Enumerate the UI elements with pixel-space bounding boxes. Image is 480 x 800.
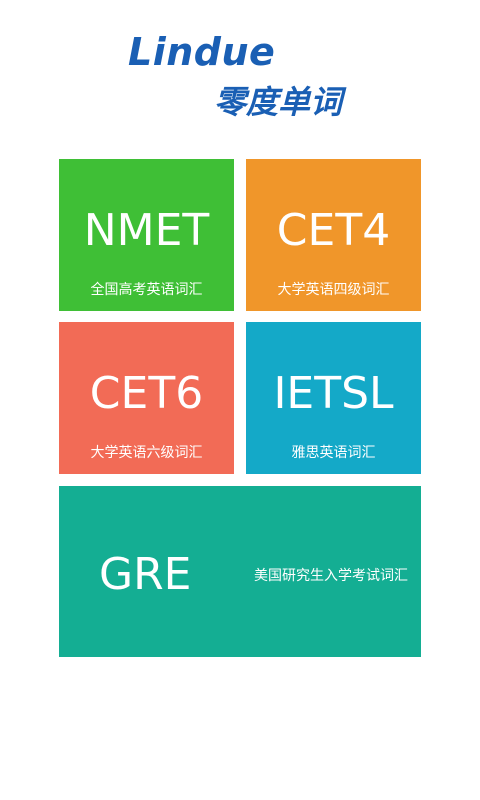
- tile-ietsl-subtitle: 雅思英语词汇: [291, 444, 376, 460]
- tile-nmet-title: NMET: [83, 205, 210, 256]
- tile-nmet-subtitle: 全国高考英语词汇: [90, 281, 203, 297]
- tile-cet4[interactable]: CET4 大学英语四级词汇: [246, 159, 421, 311]
- tile-cet6-subtitle: 大学英语六级词汇: [90, 444, 203, 460]
- tile-gre[interactable]: GRE 美国研究生入学考试词汇: [59, 486, 421, 657]
- logo-english: Lindue: [128, 30, 276, 74]
- tile-gre-title: GRE: [99, 549, 192, 600]
- tile-cet4-title: CET4: [276, 205, 391, 256]
- tile-cet6-title: CET6: [89, 368, 204, 419]
- tile-ietsl-title: IETSL: [273, 368, 394, 419]
- tile-cet6[interactable]: CET6 大学英语六级词汇: [59, 322, 234, 474]
- tile-cet4-subtitle: 大学英语四级词汇: [277, 281, 390, 297]
- tile-ietsl[interactable]: IETSL 雅思英语词汇: [246, 322, 421, 474]
- logo-chinese: 零度单词: [214, 83, 343, 121]
- tile-gre-subtitle: 美国研究生入学考试词汇: [254, 567, 408, 583]
- app-screen: Lindue 零度单词 NMET 全国高考英语词汇 CET4 大学英语四级词汇 …: [0, 0, 480, 800]
- tile-nmet[interactable]: NMET 全国高考英语词汇: [59, 159, 234, 311]
